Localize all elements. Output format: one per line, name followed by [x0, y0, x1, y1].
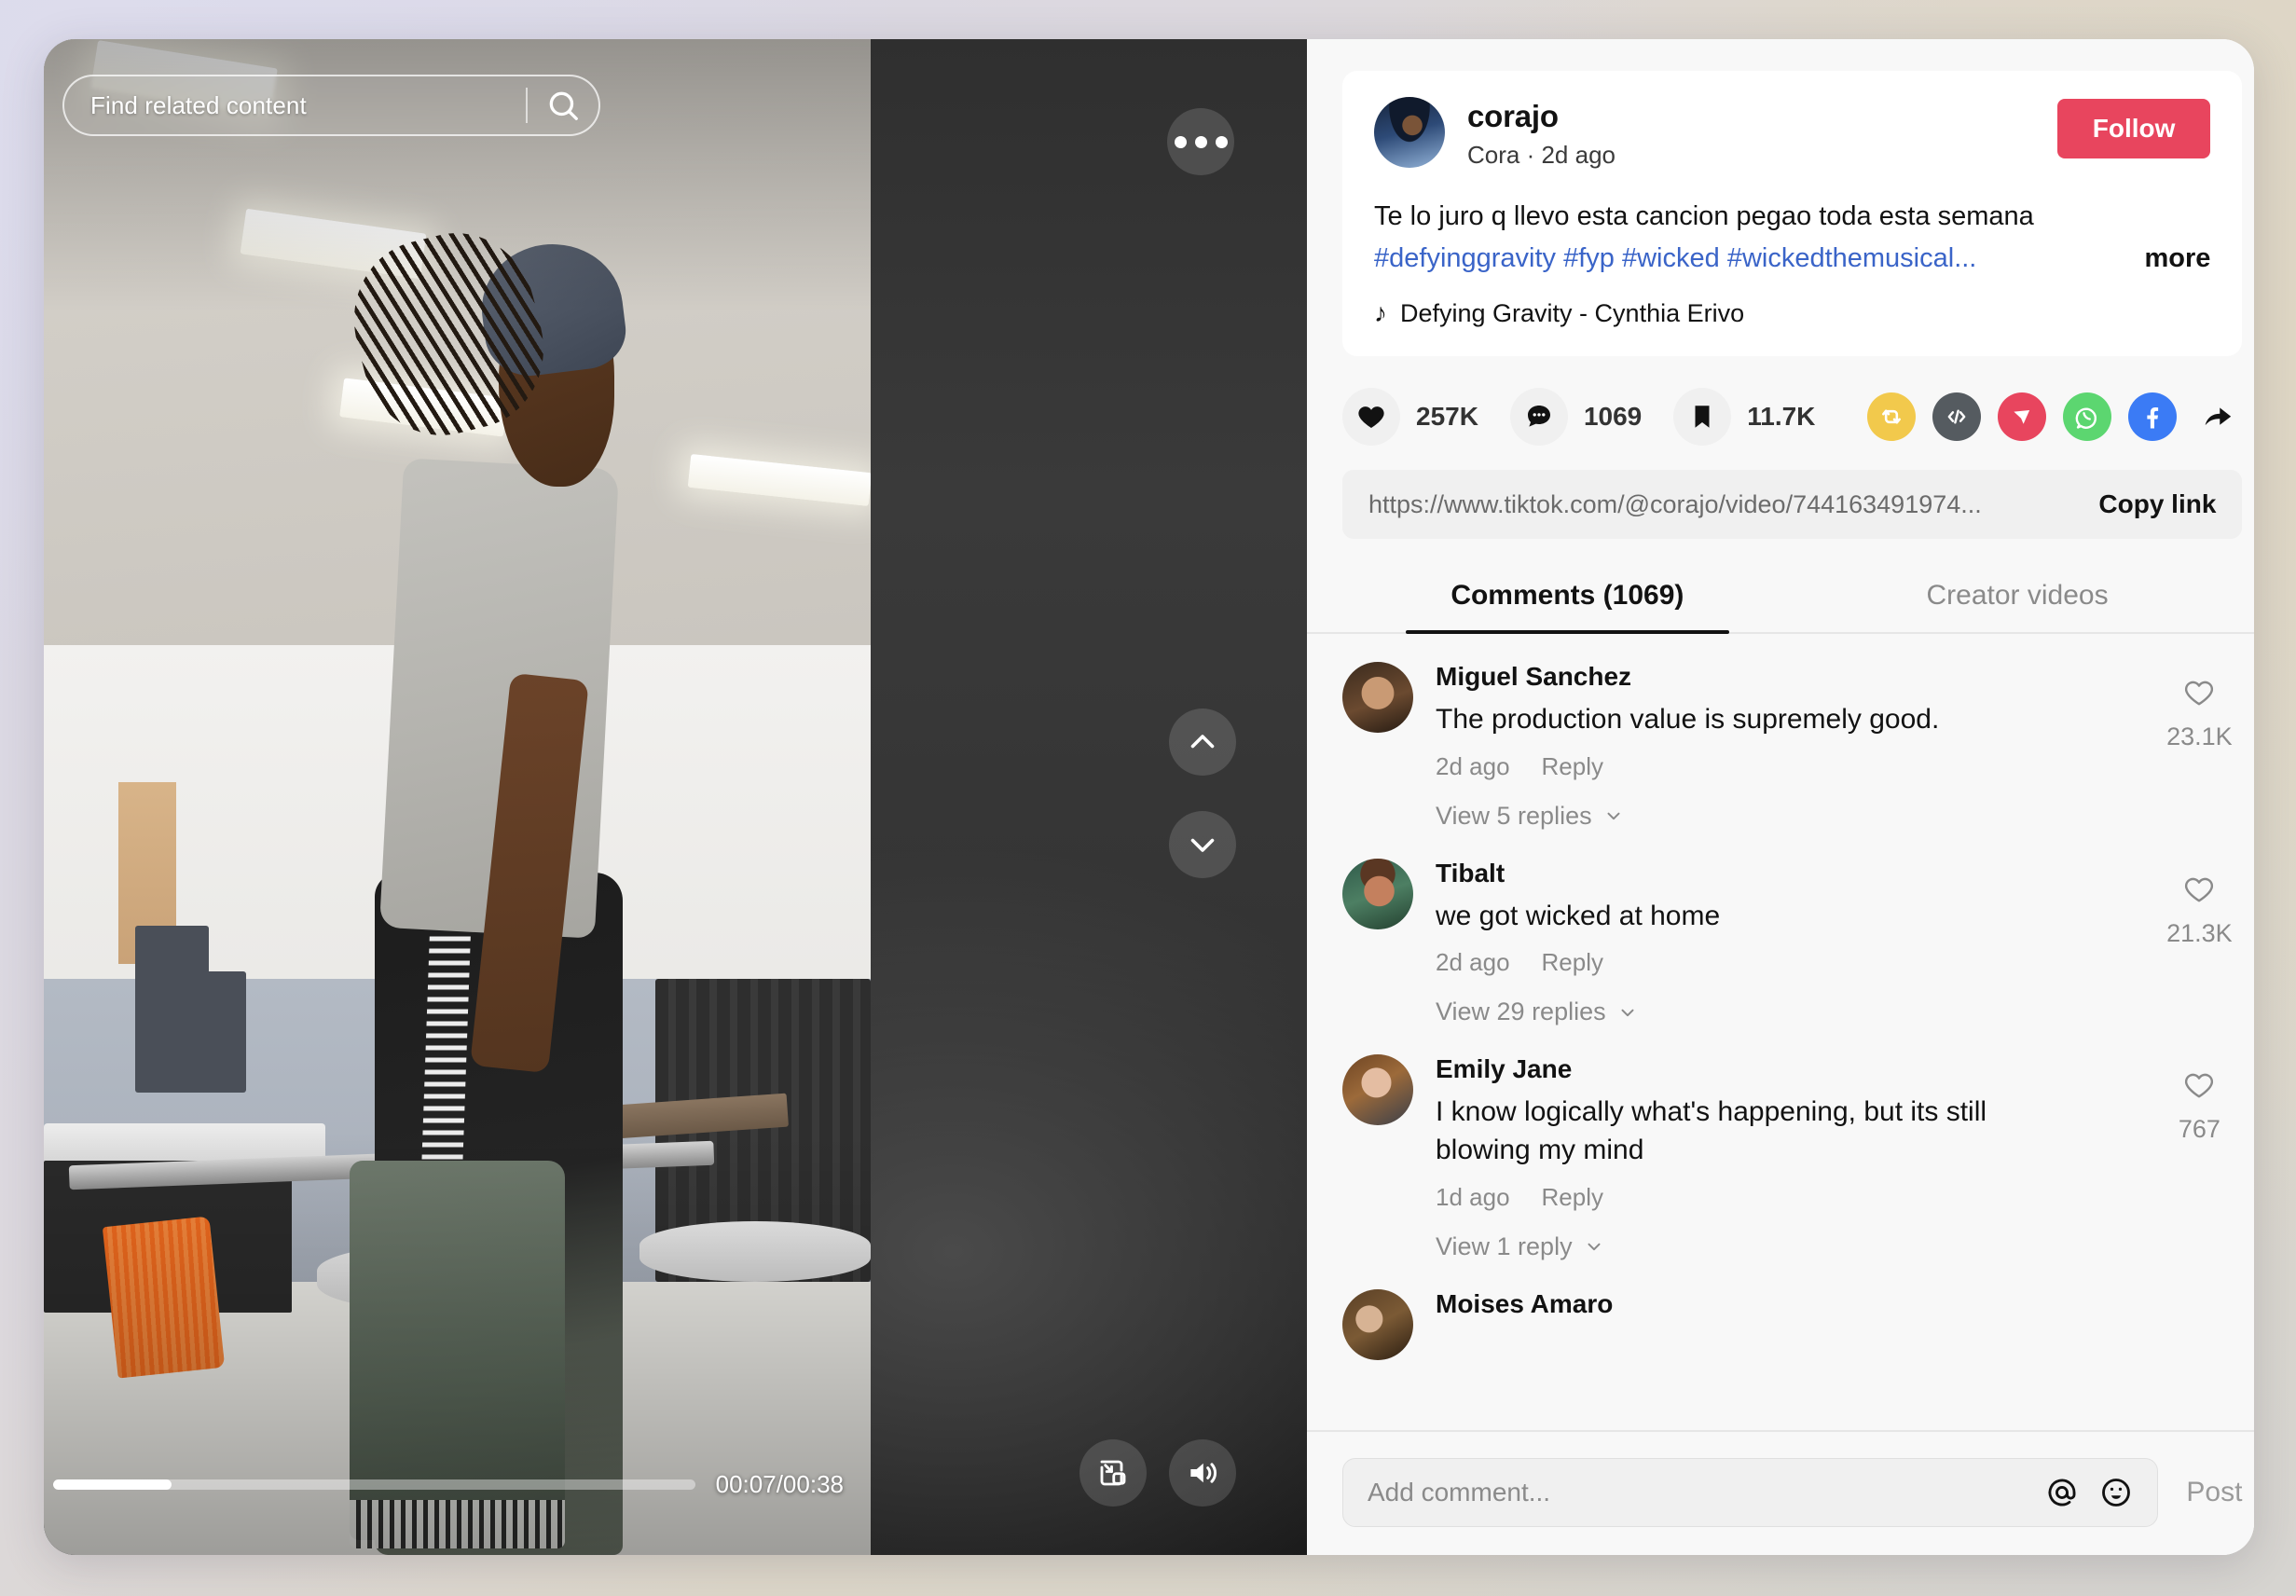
- comment-bubble-icon[interactable]: [1509, 388, 1568, 447]
- comment-text: I know logically what's happening, but i…: [1436, 1096, 1987, 1166]
- comment-item: Tibalt we got wicked at home 2d ago Repl…: [1342, 831, 2242, 1026]
- like-count: 257K: [1416, 402, 1478, 432]
- comment-reply-button[interactable]: Reply: [1542, 948, 1603, 977]
- comment-author[interactable]: Moises Amaro: [1436, 1289, 2242, 1319]
- author-subtitle: Cora · 2d ago: [1467, 140, 1615, 169]
- bookmark-stat[interactable]: 11.7K: [1673, 388, 1816, 447]
- whatsapp-icon[interactable]: [2063, 392, 2112, 442]
- progress-fill: [53, 1479, 172, 1490]
- comment-composer: Post: [1307, 1430, 2254, 1555]
- comment-author[interactable]: Emily Jane: [1436, 1054, 2156, 1084]
- video-detail-modal: Find related content 00:07/00:38 corajo …: [44, 39, 2254, 1555]
- share-arrow-icon[interactable]: [2193, 392, 2242, 441]
- comment-input-box[interactable]: [1342, 1458, 2159, 1527]
- picture-in-picture-icon[interactable]: [1079, 1439, 1147, 1507]
- heart-outline-icon: [2185, 1073, 2214, 1098]
- comment-time: 1d ago: [1436, 1182, 1510, 1211]
- avatar[interactable]: [1374, 97, 1445, 168]
- video-player[interactable]: Find related content 00:07/00:38: [44, 39, 1307, 1555]
- view-replies-button[interactable]: View 5 replies: [1436, 802, 2156, 831]
- video-info-panel: corajo Cora · 2d ago Follow Te lo juro q…: [1307, 39, 2254, 1555]
- progress-track[interactable]: [53, 1479, 695, 1490]
- comment-item: Moises Amaro: [1342, 1261, 2242, 1360]
- find-related-content-bar[interactable]: Find related content: [62, 75, 600, 136]
- comment-text: The production value is supremely good.: [1436, 704, 1940, 736]
- comment-stat[interactable]: 1069: [1509, 388, 1643, 447]
- video-frame[interactable]: [44, 39, 871, 1555]
- engagement-actions: 257K 1069 11.7K: [1342, 388, 2242, 447]
- video-url[interactable]: https://www.tiktok.com/@corajo/video/744…: [1368, 490, 2074, 519]
- more-caption-button[interactable]: more: [2144, 240, 2210, 278]
- caption-text: Te lo juro q llevo esta cancion pegao to…: [1374, 200, 2034, 231]
- chevron-down-icon: [1621, 1009, 1634, 1016]
- comment-count: 1069: [1583, 402, 1643, 432]
- bookmark-filled-icon[interactable]: [1673, 388, 1732, 447]
- copy-link-button[interactable]: Copy link: [2098, 489, 2216, 519]
- comment-reply-button[interactable]: Reply: [1542, 1183, 1603, 1212]
- at-mention-icon[interactable]: [2045, 1476, 2079, 1509]
- tab-creator-videos[interactable]: Creator videos: [1793, 567, 2243, 632]
- comment-reply-button[interactable]: Reply: [1542, 752, 1603, 781]
- avatar[interactable]: [1342, 1054, 1413, 1126]
- music-note-icon: ♪: [1374, 298, 1387, 328]
- comment-like-count: 21.3K: [2166, 918, 2233, 947]
- comment-author[interactable]: Tibalt: [1436, 859, 2156, 888]
- comment-time: 2d ago: [1436, 751, 1510, 780]
- more-options-icon[interactable]: [1167, 108, 1234, 175]
- avatar[interactable]: [1342, 662, 1413, 734]
- author-row: corajo Cora · 2d ago Follow: [1374, 97, 2211, 170]
- search-icon[interactable]: [528, 88, 598, 123]
- comment-like-count: 767: [2178, 1115, 2220, 1144]
- video-progress-bar[interactable]: 00:07/00:38: [53, 1470, 844, 1499]
- author-meta: corajo Cora · 2d ago: [1467, 97, 2057, 170]
- pinterest-icon[interactable]: [1998, 392, 2047, 442]
- share-link-bar[interactable]: https://www.tiktok.com/@corajo/video/744…: [1342, 470, 2243, 540]
- heart-filled-icon[interactable]: [1342, 388, 1400, 447]
- comment-item: Emily Jane I know logically what's happe…: [1342, 1026, 2242, 1261]
- bookmark-count: 11.7K: [1747, 402, 1816, 432]
- info-scroll-area: corajo Cora · 2d ago Follow Te lo juro q…: [1307, 39, 2254, 1430]
- tab-comments[interactable]: Comments (1069): [1342, 567, 1793, 635]
- comments-list[interactable]: Miguel Sanchez The production value is s…: [1307, 634, 2254, 1430]
- video-timestamp: 00:07/00:38: [715, 1470, 844, 1498]
- music-title: Defying Gravity - Cynthia Erivo: [1400, 298, 1745, 327]
- comment-like-button[interactable]: 767: [2156, 1054, 2242, 1261]
- comment-like-count: 23.1K: [2166, 722, 2233, 751]
- author-handle[interactable]: corajo: [1467, 99, 2057, 134]
- comment-text: we got wicked at home: [1436, 900, 1721, 931]
- heart-outline-icon: [2185, 681, 2214, 706]
- caption-hashtags[interactable]: #defyinggravity #fyp #wicked #wickedthem…: [1374, 240, 2120, 278]
- post-info-card: corajo Cora · 2d ago Follow Te lo juro q…: [1342, 71, 2243, 357]
- embed-icon[interactable]: [1932, 392, 1982, 442]
- chevron-down-icon: [1588, 1244, 1601, 1251]
- comment-input[interactable]: [1368, 1478, 2026, 1507]
- facebook-icon[interactable]: [2128, 392, 2178, 442]
- search-input[interactable]: Find related content: [64, 91, 526, 120]
- post-comment-button[interactable]: Post: [2186, 1477, 2242, 1508]
- panel-tabs: Comments (1069) Creator videos: [1307, 567, 2254, 635]
- post-caption: Te lo juro q llevo esta cancion pegao to…: [1374, 198, 2210, 278]
- heart-outline-icon: [2185, 877, 2214, 902]
- comment-item: Miguel Sanchez The production value is s…: [1342, 634, 2242, 830]
- chevron-down-icon[interactable]: [1169, 811, 1236, 878]
- avatar[interactable]: [1342, 1288, 1413, 1360]
- view-replies-button[interactable]: View 1 reply: [1436, 1232, 2156, 1261]
- comment-like-button[interactable]: 23.1K: [2156, 662, 2242, 830]
- emoji-icon[interactable]: [2099, 1476, 2133, 1509]
- comment-like-button[interactable]: 21.3K: [2156, 859, 2242, 1026]
- comment-author[interactable]: Miguel Sanchez: [1436, 662, 2156, 692]
- comment-time: 2d ago: [1436, 948, 1510, 977]
- share-targets: [1867, 392, 2242, 442]
- volume-on-icon[interactable]: [1169, 1439, 1236, 1507]
- music-row[interactable]: ♪ Defying Gravity - Cynthia Erivo: [1374, 298, 2210, 328]
- like-stat[interactable]: 257K: [1342, 388, 1478, 447]
- view-replies-button[interactable]: View 29 replies: [1436, 998, 2156, 1026]
- chevron-down-icon: [1607, 812, 1620, 820]
- avatar[interactable]: [1342, 858, 1413, 929]
- repost-icon[interactable]: [1867, 392, 1917, 442]
- chevron-up-icon[interactable]: [1169, 709, 1236, 776]
- video-vignette: [44, 39, 871, 1555]
- follow-button[interactable]: Follow: [2056, 99, 2211, 158]
